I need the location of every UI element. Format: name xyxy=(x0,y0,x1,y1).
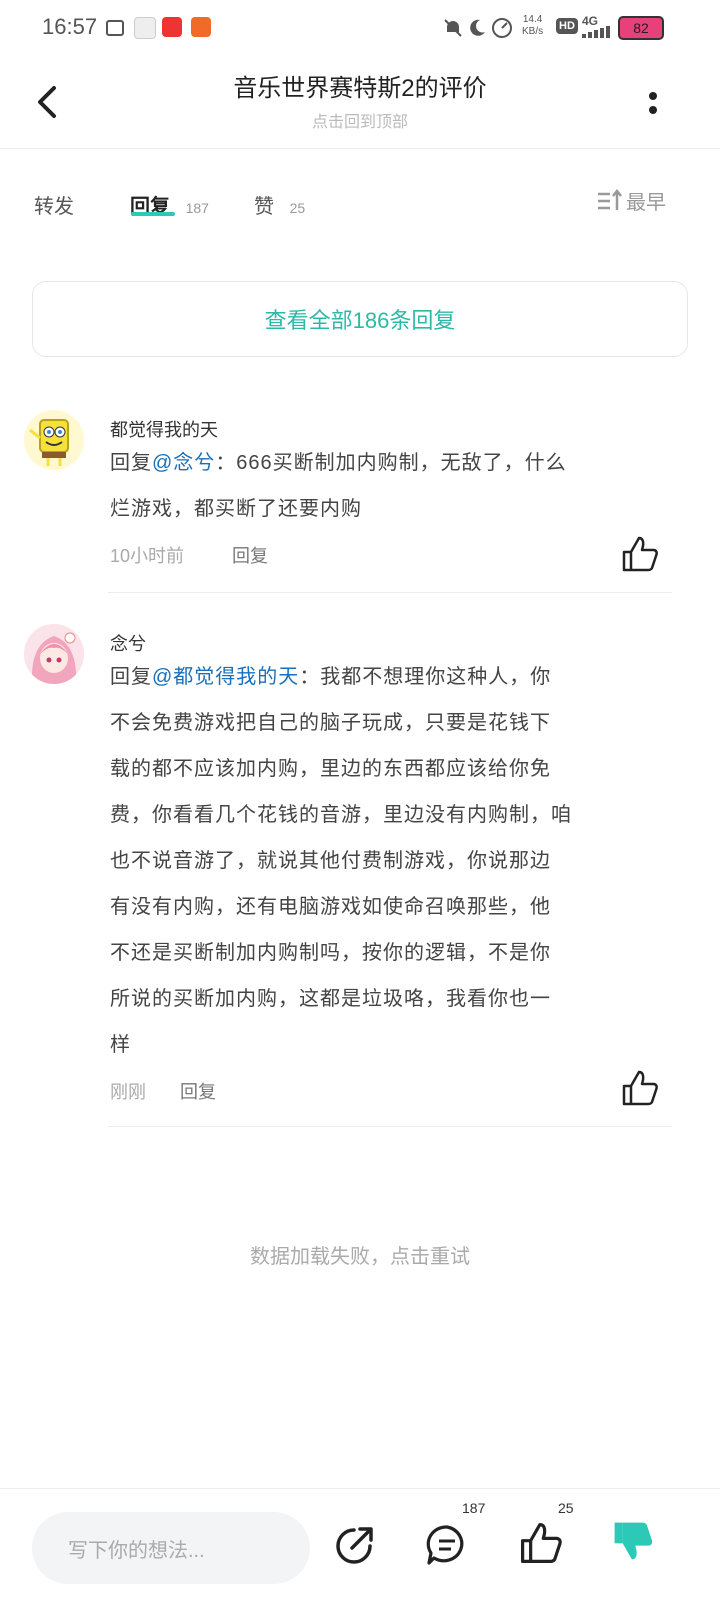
sort-button[interactable]: 最早 xyxy=(596,186,666,215)
mention-link[interactable]: @念兮 xyxy=(152,452,215,474)
sort-icon xyxy=(598,188,622,210)
reply-button[interactable]: 回复 xyxy=(232,542,268,568)
thumbs-up-icon[interactable] xyxy=(620,1068,660,1108)
tab-likes-count: 25 xyxy=(289,200,306,216)
comment-input-placeholder: 写下你的想法... xyxy=(68,1539,205,1562)
comment-text-line: 也不说音游了，就说其他付费制游戏，你说那边 xyxy=(110,850,551,872)
comment-divider xyxy=(108,1126,672,1127)
more-options-icon[interactable] xyxy=(648,88,658,118)
comment-text-line: 不还是买断制加内购制吗，按你的逻辑，不是你 xyxy=(110,942,551,964)
game-app-icon xyxy=(191,17,211,37)
comment-text-line: ：666买断制加内购制，无敌了，什么 xyxy=(215,452,567,474)
comment-username[interactable]: 念兮 xyxy=(110,630,146,656)
news-app-icon xyxy=(162,17,182,37)
speedometer-icon xyxy=(492,18,512,38)
battery-icon: 82 xyxy=(618,16,664,40)
status-bar: 16:57 14.4 KB/s HD 4G 82 xyxy=(0,0,720,54)
comment-username[interactable]: 都觉得我的天 xyxy=(110,416,218,442)
app-notify-icon xyxy=(134,17,156,39)
spongebob-avatar-image xyxy=(29,419,69,466)
anime-girl-avatar-image xyxy=(24,624,84,684)
thumbs-up-icon[interactable] xyxy=(518,1520,564,1566)
comment-text-line: 不会免费游戏把自己的脑子玩成，只要是花钱下 xyxy=(110,712,551,734)
load-failed-retry[interactable]: 数据加载失败，点击重试 xyxy=(0,1240,720,1269)
comment-text-line: 载的都不应该加内购，里边的东西都应该给你免 xyxy=(110,758,551,780)
reply-prefix: 回复 xyxy=(110,452,152,474)
comment-time: 10小时前 xyxy=(110,546,185,566)
comment-input[interactable]: 写下你的想法... xyxy=(32,1512,310,1584)
comment-line: 回复@都觉得我的天：我都不想理你这种人，你 xyxy=(110,654,670,700)
tab-likes[interactable]: 赞 25 xyxy=(254,190,305,219)
comment-text-line: 有没有内购，还有电脑游戏如使命召唤那些，他 xyxy=(110,896,551,918)
comment-divider xyxy=(108,592,672,593)
bottom-bar-divider xyxy=(0,1488,720,1489)
comment-time: 刚刚 xyxy=(110,1082,146,1102)
thumbs-down-icon[interactable] xyxy=(610,1518,656,1564)
view-all-replies-label: 查看全部186条回复 xyxy=(264,308,456,333)
sort-label: 最早 xyxy=(626,192,666,214)
hd-badge: HD xyxy=(556,18,578,34)
net-speed-unit: KB/s xyxy=(522,26,544,37)
back-arrow-icon[interactable] xyxy=(30,84,66,120)
avatar[interactable] xyxy=(24,624,84,684)
battery-level: 82 xyxy=(633,20,649,36)
comment-text: 回复@念兮：666买断制加内购制，无敌了，什么 烂游戏，都买断了还要内购 xyxy=(110,440,670,532)
comment-count-badge: 187 xyxy=(462,1500,486,1516)
comment-icon[interactable] xyxy=(424,1522,470,1568)
tab-forward[interactable]: 转发 xyxy=(34,190,74,219)
comment-text-line: ：我都不想理你这种人，你 xyxy=(299,666,552,688)
view-all-replies-button[interactable]: 查看全部186条回复 xyxy=(32,281,688,357)
signal-icon xyxy=(582,26,610,38)
tab-replies-count: 187 xyxy=(185,200,209,216)
mute-bell-icon xyxy=(444,19,462,37)
mention-link[interactable]: @都觉得我的天 xyxy=(152,666,299,688)
moon-icon xyxy=(470,19,485,36)
net-speed: 14.4 KB/s xyxy=(522,14,543,38)
status-time: 16:57 xyxy=(42,14,98,39)
scroll-to-top-hint[interactable]: 点击回到顶部 xyxy=(200,108,520,132)
comment-text: 回复@都觉得我的天：我都不想理你这种人，你 不会免费游戏把自己的脑子玩成，只要是… xyxy=(110,654,670,1068)
tab-likes-label: 赞 xyxy=(254,196,274,218)
reply-button[interactable]: 回复 xyxy=(180,1078,216,1104)
comment-text-line: 样 xyxy=(110,1034,131,1056)
header-divider xyxy=(0,148,720,149)
page-title[interactable]: 音乐世界赛特斯2的评价 xyxy=(140,68,580,103)
share-icon[interactable] xyxy=(332,1522,378,1568)
tab-forward-label: 转发 xyxy=(34,196,74,218)
comment-text-line: 烂游戏，都买断了还要内购 xyxy=(110,498,362,520)
comment-line: 回复@念兮：666买断制加内购制，无敌了，什么 xyxy=(110,440,670,486)
net-speed-value: 14.4 xyxy=(522,14,543,25)
thumbs-up-icon[interactable] xyxy=(620,534,660,574)
reply-prefix: 回复 xyxy=(110,666,152,688)
avatar[interactable] xyxy=(24,410,84,470)
like-count-badge: 25 xyxy=(558,1500,574,1516)
comment-text-line: 所说的买断加内购，这都是垃圾咯，我看你也一 xyxy=(110,988,551,1010)
tv-icon xyxy=(106,20,124,36)
active-tab-indicator xyxy=(131,212,175,216)
comment-text-line: 费，你看看几个花钱的音游，里边没有内购制，咱 xyxy=(110,804,572,826)
